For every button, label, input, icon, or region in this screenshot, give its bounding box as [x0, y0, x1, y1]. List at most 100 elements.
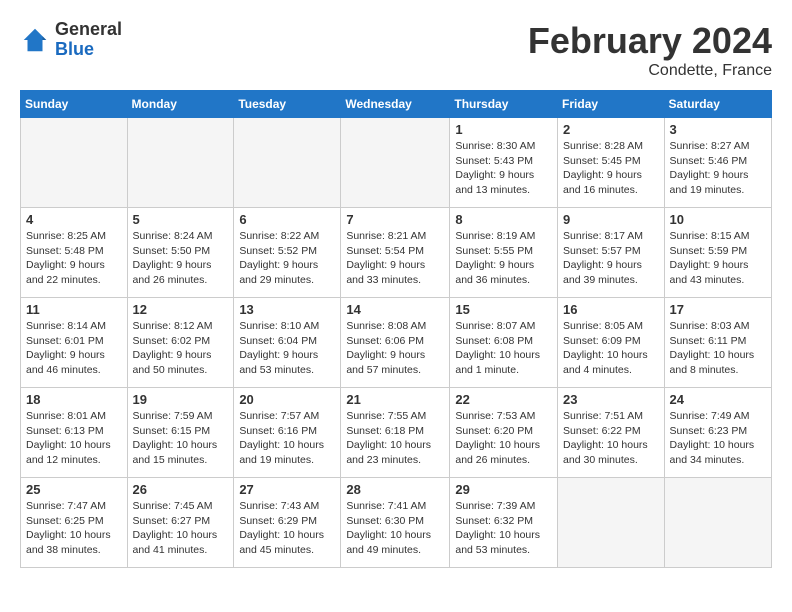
calendar-cell: 28Sunrise: 7:41 AMSunset: 6:30 PMDayligh…: [341, 478, 450, 568]
day-number: 1: [455, 122, 552, 137]
calendar-cell: 22 Sunrise: 7:53 AMSunset: 6:20 PMDayligh…: [450, 388, 558, 478]
location-subtitle: Condette, France: [528, 62, 772, 80]
calendar-cell: 19Sunrise: 7:59 AMSunset: 6:15 PMDayligh…: [127, 388, 234, 478]
weekday-header-wednesday: Wednesday: [341, 91, 450, 118]
day-info: Sunrise: 8:24 AMSunset: 5:50 PMDaylight:…: [133, 229, 229, 288]
logo-general: General: [55, 20, 122, 40]
calendar-cell: 20 Sunrise: 7:57 AMSunset: 6:16 PMDayligh…: [234, 388, 341, 478]
page-header: General Blue February 2024 Condette, Fra…: [20, 20, 772, 80]
day-info: Sunrise: 8:03 AMSunset: 6:11 PMDaylight:…: [670, 319, 766, 378]
day-number: 12: [133, 302, 229, 317]
day-number: 16: [563, 302, 659, 317]
day-info: Sunrise: 7:57 AMSunset: 6:16 PMDaylight:…: [239, 409, 335, 468]
day-info: Sunrise: 7:49 AMSunset: 6:23 PMDaylight:…: [670, 409, 766, 468]
day-number: 8: [455, 212, 552, 227]
title-area: February 2024 Condette, France: [528, 20, 772, 80]
day-info: Sunrise: 7:45 AMSunset: 6:27 PMDaylight:…: [133, 499, 229, 558]
day-number: 22: [455, 392, 552, 407]
weekday-header-tuesday: Tuesday: [234, 91, 341, 118]
logo-blue: Blue: [55, 40, 122, 60]
day-number: 27: [239, 482, 335, 497]
day-number: 13: [239, 302, 335, 317]
calendar-cell: [234, 118, 341, 208]
day-info: Sunrise: 8:21 AMSunset: 5:54 PMDaylight:…: [346, 229, 444, 288]
calendar-cell: 23 Sunrise: 7:51 AMSunset: 6:22 PMDayligh…: [558, 388, 665, 478]
day-number: 24: [670, 392, 766, 407]
calendar-cell: 15Sunrise: 8:07 AMSunset: 6:08 PMDayligh…: [450, 298, 558, 388]
day-info: Sunrise: 8:19 AMSunset: 5:55 PMDaylight:…: [455, 229, 552, 288]
day-number: 21: [346, 392, 444, 407]
day-info: Sunrise: 8:12 AMSunset: 6:02 PMDaylight:…: [133, 319, 229, 378]
day-info: Sunrise: 8:22 AMSunset: 5:52 PMDaylight:…: [239, 229, 335, 288]
calendar-cell: 3Sunrise: 8:27 AMSunset: 5:46 PMDaylight…: [664, 118, 771, 208]
day-number: 11: [26, 302, 122, 317]
calendar-cell: 1 Sunrise: 8:30 AMSunset: 5:43 PMDaylight…: [450, 118, 558, 208]
calendar-cell: 7 Sunrise: 8:21 AMSunset: 5:54 PMDaylight…: [341, 208, 450, 298]
calendar-header-row: SundayMondayTuesdayWednesdayThursdayFrid…: [21, 91, 772, 118]
calendar-cell: [664, 478, 771, 568]
calendar-cell: 16 Sunrise: 8:05 AMSunset: 6:09 PMDayligh…: [558, 298, 665, 388]
calendar-cell: 24 Sunrise: 7:49 AMSunset: 6:23 PMDayligh…: [664, 388, 771, 478]
calendar-cell: [127, 118, 234, 208]
day-info: Sunrise: 8:25 AMSunset: 5:48 PMDaylight:…: [26, 229, 122, 288]
calendar-cell: 13 Sunrise: 8:10 AMSunset: 6:04 PMDayligh…: [234, 298, 341, 388]
calendar-cell: 4Sunrise: 8:25 AMSunset: 5:48 PMDaylight…: [21, 208, 128, 298]
weekday-header-monday: Monday: [127, 91, 234, 118]
calendar-cell: 2 Sunrise: 8:28 AMSunset: 5:45 PMDaylight…: [558, 118, 665, 208]
calendar-week-row: 1 Sunrise: 8:30 AMSunset: 5:43 PMDaylight…: [21, 118, 772, 208]
logo: General Blue: [20, 20, 122, 60]
calendar-cell: [341, 118, 450, 208]
day-number: 26: [133, 482, 229, 497]
weekday-header-sunday: Sunday: [21, 91, 128, 118]
calendar-cell: 18Sunrise: 8:01 AMSunset: 6:13 PMDayligh…: [21, 388, 128, 478]
day-info: Sunrise: 8:15 AMSunset: 5:59 PMDaylight:…: [670, 229, 766, 288]
day-number: 23: [563, 392, 659, 407]
weekday-header-thursday: Thursday: [450, 91, 558, 118]
calendar-cell: 25Sunrise: 7:47 AMSunset: 6:25 PMDayligh…: [21, 478, 128, 568]
day-info: Sunrise: 8:05 AMSunset: 6:09 PMDaylight:…: [563, 319, 659, 378]
calendar-cell: 21 Sunrise: 7:55 AMSunset: 6:18 PMDayligh…: [341, 388, 450, 478]
calendar-week-row: 18Sunrise: 8:01 AMSunset: 6:13 PMDayligh…: [21, 388, 772, 478]
day-info: Sunrise: 7:43 AMSunset: 6:29 PMDaylight:…: [239, 499, 335, 558]
calendar-cell: 17 Sunrise: 8:03 AMSunset: 6:11 PMDayligh…: [664, 298, 771, 388]
day-info: Sunrise: 7:55 AMSunset: 6:18 PMDaylight:…: [346, 409, 444, 468]
calendar-cell: 9 Sunrise: 8:17 AMSunset: 5:57 PMDaylight…: [558, 208, 665, 298]
calendar-cell: 12 Sunrise: 8:12 AMSunset: 6:02 PMDayligh…: [127, 298, 234, 388]
calendar-cell: 5 Sunrise: 8:24 AMSunset: 5:50 PMDaylight…: [127, 208, 234, 298]
calendar-cell: 26 Sunrise: 7:45 AMSunset: 6:27 PMDayligh…: [127, 478, 234, 568]
day-number: 17: [670, 302, 766, 317]
logo-icon: [20, 25, 50, 55]
day-info: Sunrise: 8:10 AMSunset: 6:04 PMDaylight:…: [239, 319, 335, 378]
day-info: Sunrise: 7:59 AMSunset: 6:15 PMDaylight:…: [133, 409, 229, 468]
day-number: 7: [346, 212, 444, 227]
day-info: Sunrise: 7:47 AMSunset: 6:25 PMDaylight:…: [26, 499, 122, 558]
day-info: Sunrise: 7:51 AMSunset: 6:22 PMDaylight:…: [563, 409, 659, 468]
day-info: Sunrise: 8:28 AMSunset: 5:45 PMDaylight:…: [563, 139, 659, 198]
day-number: 6: [239, 212, 335, 227]
day-number: 2: [563, 122, 659, 137]
day-info: Sunrise: 8:01 AMSunset: 6:13 PMDaylight:…: [26, 409, 122, 468]
calendar-cell: [558, 478, 665, 568]
day-number: 20: [239, 392, 335, 407]
day-number: 29: [455, 482, 552, 497]
day-number: 5: [133, 212, 229, 227]
weekday-header-friday: Friday: [558, 91, 665, 118]
day-number: 10: [670, 212, 766, 227]
day-info: Sunrise: 8:30 AMSunset: 5:43 PMDaylight:…: [455, 139, 552, 198]
calendar-cell: 14 Sunrise: 8:08 AMSunset: 6:06 PMDayligh…: [341, 298, 450, 388]
calendar-week-row: 4Sunrise: 8:25 AMSunset: 5:48 PMDaylight…: [21, 208, 772, 298]
day-number: 14: [346, 302, 444, 317]
weekday-header-saturday: Saturday: [664, 91, 771, 118]
day-info: Sunrise: 8:17 AMSunset: 5:57 PMDaylight:…: [563, 229, 659, 288]
calendar-cell: 10 Sunrise: 8:15 AMSunset: 5:59 PMDayligh…: [664, 208, 771, 298]
day-info: Sunrise: 7:41 AMSunset: 6:30 PMDaylight:…: [346, 499, 444, 558]
calendar-cell: 11Sunrise: 8:14 AMSunset: 6:01 PMDayligh…: [21, 298, 128, 388]
calendar-table: SundayMondayTuesdayWednesdayThursdayFrid…: [20, 90, 772, 568]
day-number: 9: [563, 212, 659, 227]
day-info: Sunrise: 8:08 AMSunset: 6:06 PMDaylight:…: [346, 319, 444, 378]
day-info: Sunrise: 8:07 AMSunset: 6:08 PMDaylight:…: [455, 319, 552, 378]
calendar-cell: 6 Sunrise: 8:22 AMSunset: 5:52 PMDaylight…: [234, 208, 341, 298]
calendar-week-row: 25Sunrise: 7:47 AMSunset: 6:25 PMDayligh…: [21, 478, 772, 568]
day-number: 3: [670, 122, 766, 137]
day-info: Sunrise: 7:53 AMSunset: 6:20 PMDaylight:…: [455, 409, 552, 468]
